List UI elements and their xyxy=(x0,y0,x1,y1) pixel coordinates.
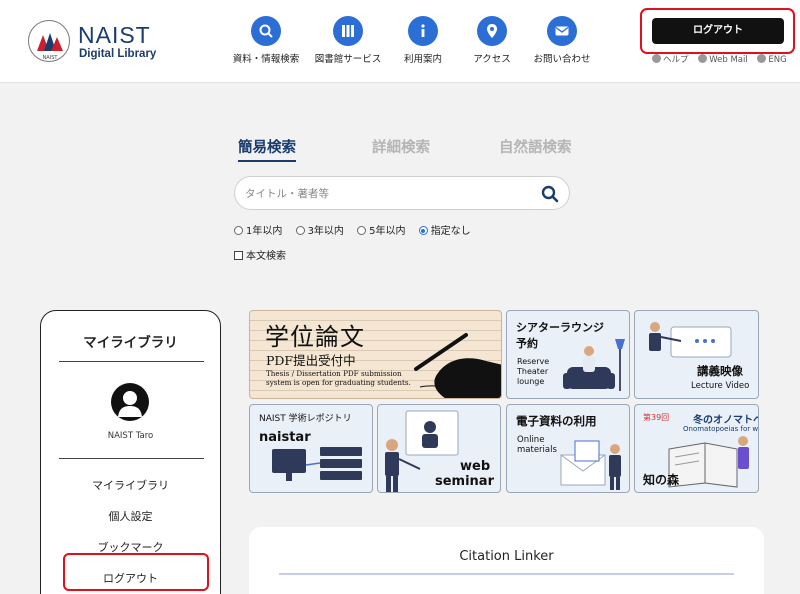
document-envelope-icon xyxy=(560,440,621,490)
banner-title: 講義映像 xyxy=(697,364,743,378)
tab-natural-language-search[interactable]: 自然語検索 xyxy=(499,136,572,157)
search-input[interactable] xyxy=(245,184,535,204)
webmail-link[interactable]: Web Mail xyxy=(709,55,748,65)
mail-icon xyxy=(547,16,577,46)
nav-library-services[interactable]: 図書館サービス xyxy=(311,16,385,66)
radio-dot xyxy=(295,226,305,235)
radio-1-year[interactable]: 1年以内 xyxy=(234,222,282,237)
banner-lecture-video[interactable]: 講義映像 Lecture Video xyxy=(634,310,759,399)
banner-subtitle: PDF提出受付中 xyxy=(266,353,356,368)
logout-button[interactable]: ログアウト xyxy=(652,18,784,44)
naist-logo[interactable]: NAIST NAIST Digital Library xyxy=(28,20,168,66)
banner-name: naistar xyxy=(259,430,311,445)
banner-web-seminar[interactable]: web seminar xyxy=(377,404,501,493)
banner-title: web xyxy=(460,459,491,474)
presenter-icon xyxy=(649,322,732,358)
mail-icon xyxy=(698,54,708,63)
search-icon xyxy=(251,16,281,46)
banner-text: Lecture Video xyxy=(691,381,750,391)
nav-contact[interactable]: お問い合わせ xyxy=(529,16,595,66)
checkbox-label: 本文検索 xyxy=(246,251,286,262)
logo-name: NAIST xyxy=(78,22,151,48)
banner-footer: 知の森 xyxy=(643,473,680,487)
nav-label: 利用案内 xyxy=(403,54,442,65)
banner-title: NAIST 学術レポジトリ xyxy=(259,414,352,424)
banner-title: シアターラウンジ xyxy=(516,321,604,334)
citation-linker-panel: Citation Linker xyxy=(249,527,764,594)
banner-naistar[interactable]: NAIST 学術レポジトリ naistar xyxy=(249,404,373,493)
banner-issue-number: 第39回 xyxy=(643,413,670,422)
avatar xyxy=(111,383,149,421)
sidebar-title: マイライブラリ xyxy=(83,335,178,351)
logo-subtitle: Digital Library xyxy=(79,48,157,60)
tab-advanced-search[interactable]: 詳細検索 xyxy=(372,136,430,157)
english-link[interactable]: ENG xyxy=(768,55,786,65)
citation-title: Citation Linker xyxy=(459,549,554,564)
my-library-sidebar: マイライブラリ NAIST Taro マイライブラリ 個人設定 ブックマーク ロ… xyxy=(40,310,221,594)
radio-5-years[interactable]: 5年以内 xyxy=(357,222,406,237)
divider xyxy=(59,458,204,459)
divider xyxy=(279,573,734,575)
globe-icon xyxy=(757,54,767,63)
divider xyxy=(59,361,204,362)
nav-label: 図書館サービス xyxy=(314,54,382,65)
search-icon[interactable] xyxy=(539,183,561,205)
banner-theater-lounge[interactable]: シアターラウンジ 予約 Reserve Theater lounge xyxy=(506,310,630,399)
period-options: 1年以内 3年以内 5年以内 指定なし xyxy=(234,222,481,237)
banner-title-line2: seminar xyxy=(435,474,494,489)
banner-title: 学位論文 xyxy=(265,323,365,351)
tab-simple-search[interactable]: 簡易検索 xyxy=(238,136,296,162)
user-name: NAIST Taro xyxy=(107,431,154,441)
radio-label: 1年以内 xyxy=(246,226,283,237)
banner-text: Reserve Theater lounge xyxy=(517,357,550,386)
banner-onomatopoeia[interactable]: 第39回 冬のオノマトペ Onomatopoeias for winter 知の… xyxy=(634,404,759,493)
nav-search[interactable]: 資料・情報検索 xyxy=(229,16,303,66)
site-header: NAIST NAIST Digital Library 資料・情報検索 図書館サ… xyxy=(0,0,800,83)
fulltext-search-checkbox[interactable]: 本文検索 xyxy=(234,247,286,262)
radio-dot xyxy=(357,226,367,235)
banner-text: Thesis / Dissertation PDF submission sys… xyxy=(266,369,411,387)
help-link[interactable]: ヘルプ xyxy=(663,55,689,65)
armchair-icon xyxy=(563,339,625,391)
banner-electronic-resources[interactable]: 電子資料の利用 Online materials xyxy=(506,404,630,493)
radio-label: 5年以内 xyxy=(369,226,406,237)
radio-label: 指定なし xyxy=(430,226,471,237)
nav-label: お問い合わせ xyxy=(533,54,591,65)
nav-access[interactable]: アクセス xyxy=(465,16,519,66)
nav-label: アクセス xyxy=(473,54,511,65)
nav-label: 資料・情報検索 xyxy=(232,54,300,65)
radio-label: 3年以内 xyxy=(307,226,344,237)
sidebar-item-settings[interactable]: 個人設定 xyxy=(41,508,220,524)
logout-highlight-box xyxy=(63,553,209,591)
server-icon xyxy=(272,447,362,481)
nav-guide[interactable]: 利用案内 xyxy=(395,16,451,66)
banner-thesis-submission[interactable]: 学位論文 PDF提出受付中 Thesis / Dissertation PDF … xyxy=(249,310,502,399)
banner-title: 電子資料の利用 xyxy=(516,414,597,428)
svg-text:NAIST: NAIST xyxy=(43,55,59,61)
checkbox-box xyxy=(234,251,243,260)
radio-dot xyxy=(234,226,243,235)
banner-title-line2: 予約 xyxy=(516,337,538,350)
banner-subtitle: Onomatopoeias for winter xyxy=(683,425,759,433)
map-pin-icon xyxy=(477,16,507,46)
naist-seal-icon: NAIST xyxy=(28,20,70,62)
help-icon xyxy=(652,54,661,63)
radio-dot-selected xyxy=(418,226,428,235)
writing-hand-icon xyxy=(414,333,501,398)
radio-3-years[interactable]: 3年以内 xyxy=(295,222,344,237)
search-box xyxy=(234,176,570,210)
sidebar-item-my-library[interactable]: マイライブラリ xyxy=(41,477,220,493)
radio-unspecified[interactable]: 指定なし xyxy=(418,222,471,237)
utility-links: ヘルプ Web Mail ENG xyxy=(652,53,794,65)
books-icon xyxy=(333,16,363,46)
info-icon xyxy=(408,16,438,46)
